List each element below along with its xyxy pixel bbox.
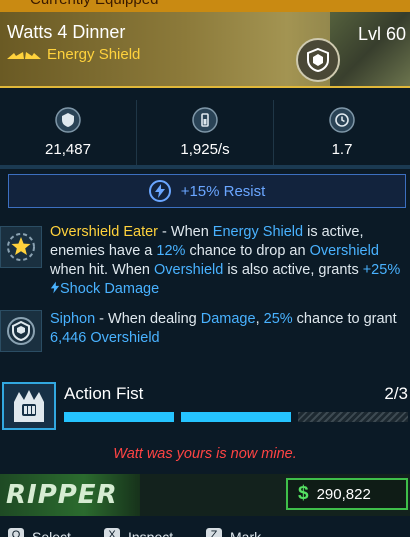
action-skill-count: 2/3 [384,384,408,403]
action-fist-icon [2,382,56,430]
flavor-text: Watt was yours is now mine. [113,446,297,462]
rarity-wings-icon [7,52,41,59]
equipped-banner: Currently Equipped [0,0,410,12]
manufacturer-logo: RIPPER [0,474,140,516]
key-glyph: X [104,528,120,537]
perk-overshield-eater: Overshield Eater - When Energy Shield is… [0,222,410,302]
perk-siphon-text: Siphon - When dealing Damage, 25% chance… [50,311,397,346]
prompt-inspect[interactable]: X Inspect [104,528,173,537]
resist-label: +15% Resist [180,182,266,200]
perk-siphon: Siphon - When dealing Damage, 25% chance… [0,308,410,354]
charge-segment-empty [298,412,408,422]
siphon-shield-icon [0,310,42,352]
energy-shield-icon [296,38,340,82]
shock-bolt-icon [148,180,171,202]
charge-segment-filled [181,412,291,422]
button-prompts: Q Select X Inspect Z Mark [0,524,410,537]
item-price: $ 290,822 [286,478,408,510]
stats-row: 21,487 1,925/s 1.7 [0,100,410,165]
key-glyph: Q [8,528,24,537]
stat-recharge-rate: 1,925/s [137,100,274,165]
item-footer: RIPPER $ 290,822 [0,474,410,516]
stat-recharge-delay-value: 1.7 [331,141,353,158]
prompt-mark[interactable]: Z Mark [206,528,261,537]
stat-recharge-rate-value: 1,925/s [180,141,230,158]
stat-capacity-value: 21,487 [45,141,91,158]
key-glyph: Z [206,528,222,537]
charge-bars [64,412,408,422]
recharge-delay-icon [329,107,355,133]
item-level: Lvl 60 [357,24,406,44]
perk-name: Overshield Eater [50,224,158,240]
stat-capacity: 21,487 [0,100,137,165]
price-amount: 290,822 [316,485,371,503]
charge-segment-filled [64,412,174,422]
item-type: Energy Shield [47,46,141,63]
stats-divider [0,165,410,169]
manufacturer-logo-text: RIPPER [6,480,118,510]
item-name: Watts 4 Dinner [7,22,126,42]
item-header: Watts 4 Dinner Energy Shield Lvl 60 [0,12,410,88]
action-skill: Action Fist 2/3 [0,380,410,430]
action-skill-name: Action Fist [64,384,144,403]
recharge-rate-icon [192,107,218,133]
shock-damage-icon [50,281,60,294]
star-gear-icon [0,226,42,268]
stat-recharge-delay: 1.7 [274,100,410,165]
prompt-select[interactable]: Q Select [8,528,71,537]
perk-name: Siphon [50,311,96,327]
perk-overshield-eater-text: Overshield Eater - When Energy Shield is… [50,224,401,297]
equipped-label: Currently Equipped [30,0,158,8]
shield-capacity-icon [55,107,81,133]
resist-banner: +15% Resist [8,174,406,208]
currency-icon: $ [298,483,309,504]
